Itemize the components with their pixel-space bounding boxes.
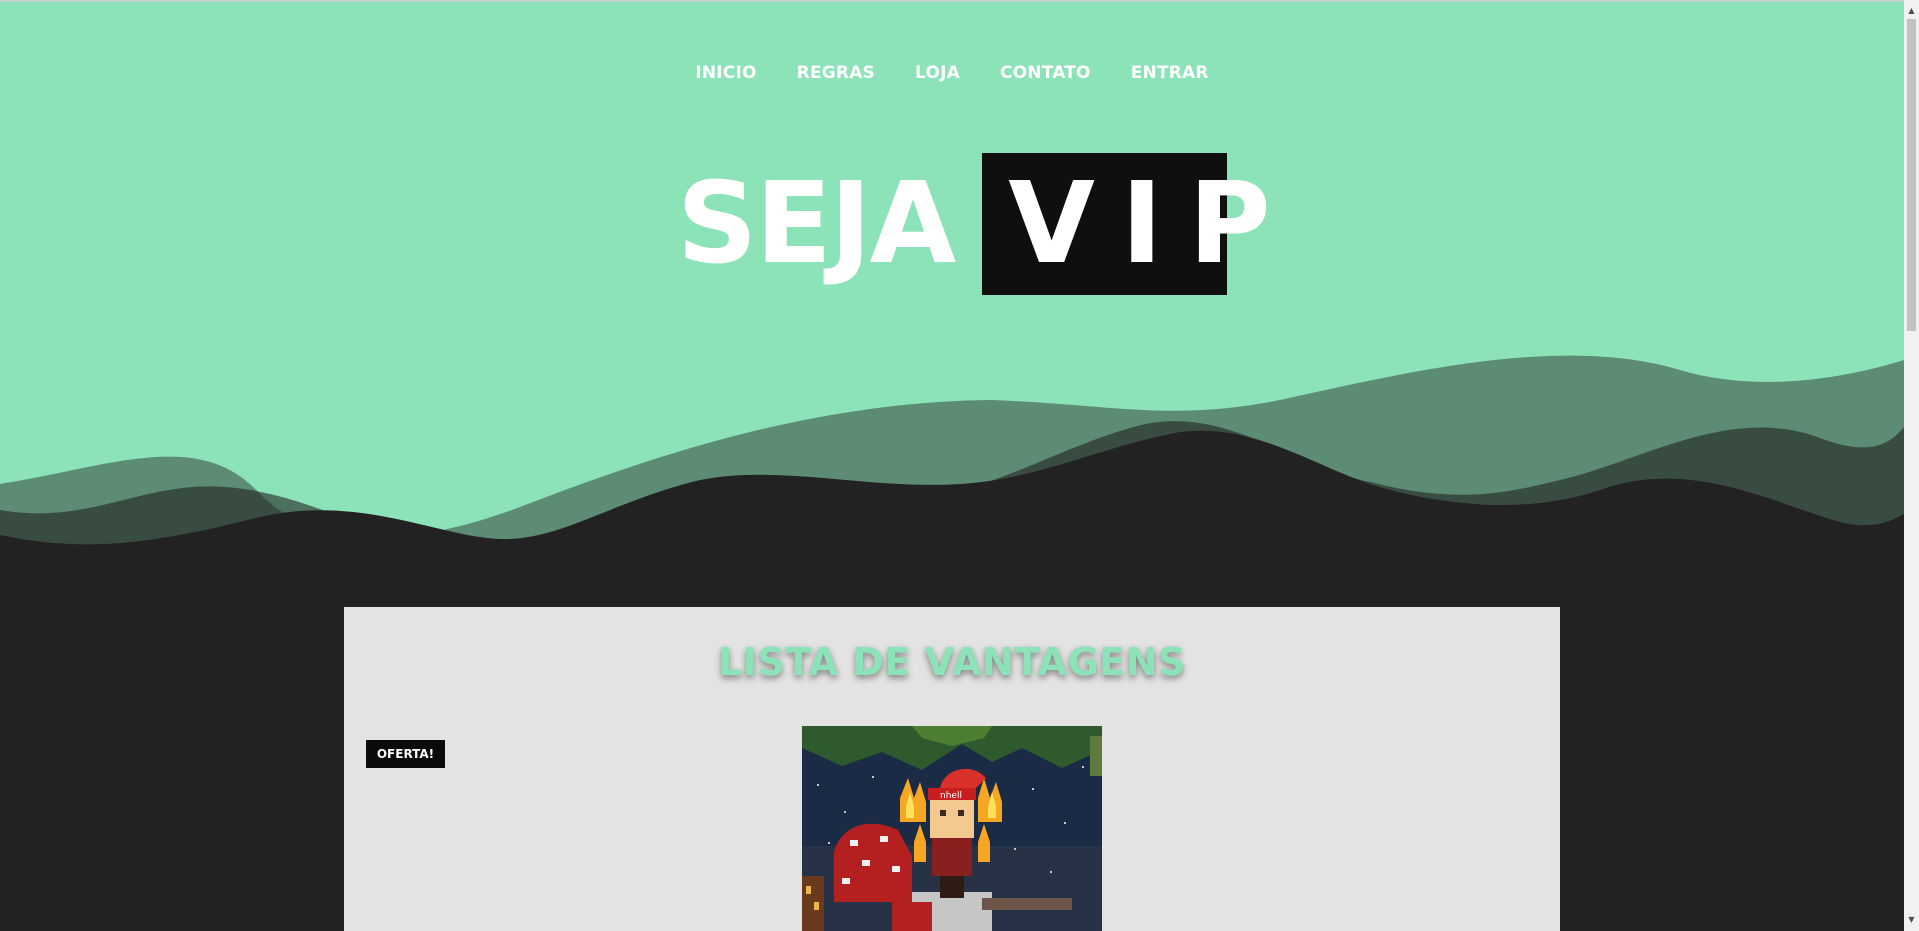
nav-item-regras[interactable]: REGRAS xyxy=(797,63,875,83)
nav-item-entrar[interactable]: ENTRAR xyxy=(1131,63,1209,83)
triangle-up-icon[interactable]: ▲ xyxy=(1904,4,1919,18)
nav-item-inicio[interactable]: INICIO xyxy=(695,63,756,83)
benefits-title: LISTA DE VANTAGENS xyxy=(718,640,1186,684)
hero-title: SEJA VIP xyxy=(0,153,1904,295)
nav-item-contato[interactable]: CONTATO xyxy=(1000,63,1091,83)
nav-item-loja[interactable]: LOJA xyxy=(915,63,960,83)
page: INICIO REGRAS LOJA CONTATO ENTRAR SEJA V… xyxy=(0,0,1919,931)
player-nametag: nhell xyxy=(940,791,962,801)
product-image-art: nhell xyxy=(802,726,1102,931)
hero-title-text: SEJA xyxy=(676,159,957,289)
benefits-card: LISTA DE VANTAGENS OFERTA! nhell xyxy=(344,607,1560,931)
triangle-down-icon[interactable]: ▼ xyxy=(1904,913,1919,927)
main-nav: INICIO REGRAS LOJA CONTATO ENTRAR xyxy=(0,63,1904,83)
product-image[interactable]: nhell xyxy=(802,726,1102,931)
scroll-thumb[interactable] xyxy=(1907,19,1916,331)
page-scrollbar[interactable]: ▲ ▼ xyxy=(1904,0,1919,931)
hero-title-highlight: VIP xyxy=(982,153,1271,295)
offer-badge: OFERTA! xyxy=(366,740,445,768)
